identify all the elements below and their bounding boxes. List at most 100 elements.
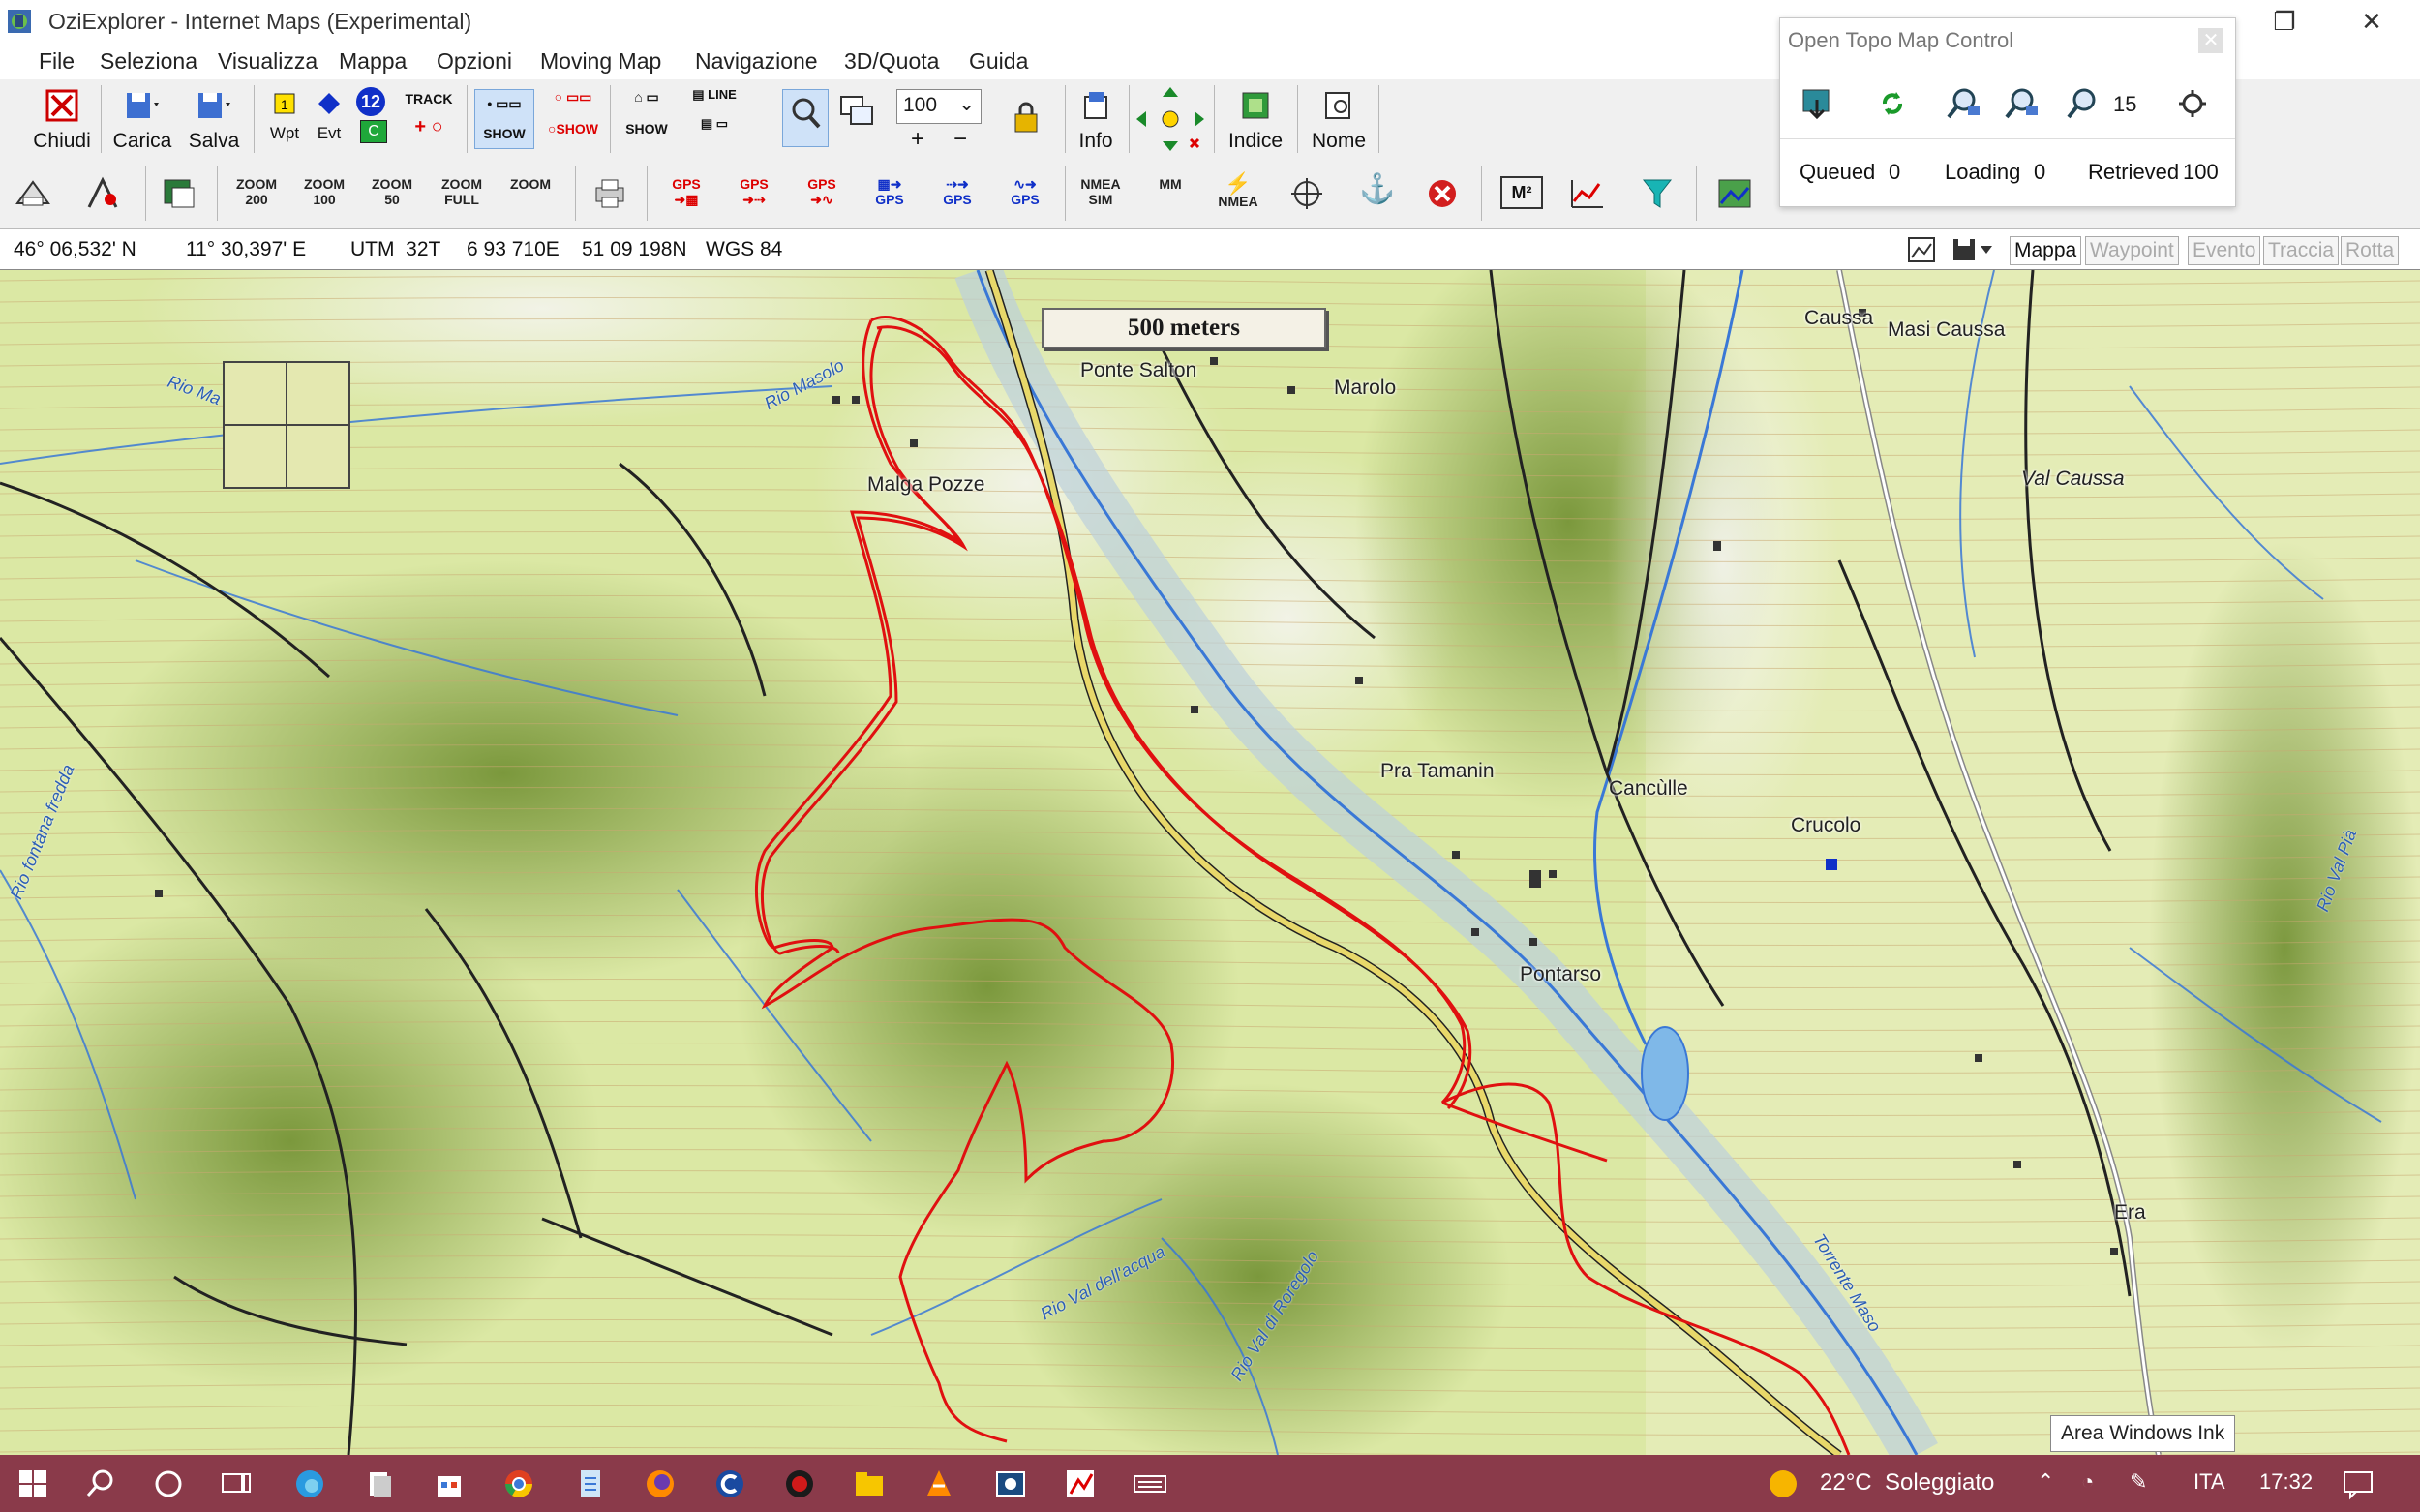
line-button[interactable]: ▤ LINE ▤ ▭ (685, 87, 743, 132)
area-measure-button[interactable]: M² (1500, 176, 1543, 209)
nmea-button[interactable]: ⚡ NMEA (1214, 173, 1262, 210)
clock[interactable]: 17:32 (2259, 1469, 2313, 1495)
place-label: Era (2114, 1201, 2146, 1224)
settings-map-icon[interactable] (2175, 86, 2212, 121)
gps-download-waypoints-button[interactable]: ▦➜ GPS (865, 176, 914, 207)
pan-navigator[interactable] (1134, 85, 1206, 159)
download-map-icon[interactable] (1800, 86, 1834, 121)
lock-button[interactable] (1009, 101, 1044, 139)
menu-3d-quota[interactable]: 3D/Quota (844, 48, 939, 75)
chrome-icon[interactable] (501, 1467, 536, 1501)
red-app-icon[interactable] (782, 1467, 817, 1501)
nmea-sim-button[interactable]: NMEA SIM (1076, 176, 1125, 207)
event-button[interactable]: Evt (308, 91, 350, 143)
zoom-full-button[interactable]: ZOOM FULL (438, 176, 486, 207)
loading-label: Loading (1945, 160, 2021, 184)
zoom-in-button[interactable]: + (906, 126, 929, 153)
tab-mappa[interactable]: Mappa (2010, 236, 2082, 265)
task-view-icon[interactable] (219, 1467, 254, 1501)
gps-download-tracks-button[interactable]: ∿➜ GPS (1001, 176, 1049, 207)
salva-button[interactable]: Salva (184, 89, 244, 153)
keyboard-icon[interactable] (1133, 1467, 1167, 1501)
tab-traccia[interactable]: Traccia (2263, 236, 2340, 265)
weather-text[interactable]: 22°C Soleggiato (1820, 1469, 1994, 1497)
menu-visualizza[interactable]: Visualizza (218, 48, 318, 75)
carica-button[interactable]: Carica (108, 89, 176, 153)
tab-waypoint[interactable]: Waypoint (2085, 236, 2179, 265)
zoom-out-map-icon[interactable] (2003, 86, 2042, 121)
edge-browser-icon[interactable] (292, 1467, 327, 1501)
gps-upload-waypoints-button[interactable]: GPS ➜▦ (662, 176, 711, 207)
menu-file[interactable]: File (39, 48, 75, 75)
map-view[interactable]: Ponte Salton Marolo Malga Pozze Caussa M… (0, 270, 2420, 1455)
refresh-icon[interactable] (1877, 88, 1908, 119)
alarm-icon[interactable] (1423, 174, 1462, 213)
map-screenshot-icon[interactable] (1907, 236, 1936, 263)
show-waypoints-button[interactable]: ○ ▭▭ ○SHOW (544, 89, 602, 136)
vlc-icon[interactable] (922, 1467, 956, 1501)
info-button[interactable]: Info (1073, 89, 1119, 153)
menu-navigazione[interactable]: Navigazione (695, 48, 818, 75)
chevron-up-icon[interactable]: ⌃ (2037, 1469, 2054, 1495)
zoom-out-button[interactable]: − (949, 126, 972, 153)
oziexplorer-taskbar-icon[interactable] (1063, 1467, 1098, 1501)
notifications-icon[interactable] (2341, 1467, 2375, 1501)
print-map-icon[interactable] (14, 174, 52, 213)
weather-sun-icon[interactable] (1766, 1467, 1800, 1501)
zoom-box-button[interactable]: ZOOM (506, 176, 555, 192)
windows-start-icon[interactable] (15, 1467, 50, 1501)
moving-map-window-icon[interactable] (161, 174, 199, 213)
numbered-waypoint-button[interactable]: 12 C (356, 87, 391, 143)
search-icon[interactable] (83, 1467, 118, 1501)
filter-icon[interactable] (1638, 174, 1677, 213)
ccleaner-icon[interactable] (712, 1467, 747, 1501)
firefox-icon[interactable] (643, 1467, 678, 1501)
restore-button[interactable]: ❐ (2255, 4, 2314, 39)
crosshair-icon[interactable] (1287, 174, 1326, 213)
zoom-select[interactable]: 100 ⌄ (896, 89, 982, 124)
track-button[interactable]: TRACK + ○ (401, 91, 457, 138)
windows-ink-icon[interactable]: ✎ (2130, 1469, 2147, 1495)
map-window-button[interactable] (838, 91, 877, 136)
zoom-50-button[interactable]: ZOOM 50 (368, 176, 416, 207)
menu-mappa[interactable]: Mappa (339, 48, 407, 75)
tab-evento[interactable]: Evento (2188, 236, 2261, 265)
cortana-icon[interactable] (151, 1467, 186, 1501)
store-icon[interactable] (432, 1467, 467, 1501)
zoom-100-button[interactable]: ZOOM 100 (300, 176, 348, 207)
print-icon[interactable] (590, 174, 629, 213)
photo-viewer-icon[interactable] (993, 1467, 1028, 1501)
menu-seleziona[interactable]: Seleziona (100, 48, 197, 75)
save-dropdown-icon[interactable] (1950, 236, 1998, 263)
gps-settings-icon[interactable] (83, 174, 122, 213)
zoom-200-button[interactable]: ZOOM 200 (232, 176, 281, 207)
anchor-button[interactable]: ⚓ (1359, 172, 1395, 206)
gps-upload-routes-button[interactable]: GPS ➜⇢ (730, 176, 778, 207)
show-map-objects-button[interactable]: ⌂ ▭ SHOW (618, 89, 676, 136)
gps-upload-tracks-button[interactable]: GPS ➜∿ (798, 176, 846, 207)
menu-guida[interactable]: Guida (969, 48, 1028, 75)
files-icon[interactable] (362, 1467, 397, 1501)
indice-button[interactable]: Indice (1222, 89, 1289, 153)
tab-rotta[interactable]: Rotta (2341, 236, 2400, 265)
close-window-button[interactable]: ✕ (2343, 4, 2401, 39)
overview-inset[interactable] (223, 361, 350, 489)
map-image-icon[interactable] (1715, 174, 1754, 213)
notepad-icon[interactable] (573, 1467, 608, 1501)
language-indicator[interactable]: ITA (2193, 1469, 2225, 1495)
file-explorer-icon[interactable] (852, 1467, 887, 1501)
wifi-icon[interactable]: ◔ (2081, 1469, 2094, 1495)
nome-button[interactable]: Nome (1305, 89, 1373, 153)
zoom-tool-button[interactable] (782, 89, 829, 147)
waypoint-button[interactable]: 1 Wpt (263, 91, 306, 143)
topo-close-button[interactable]: ✕ (2198, 28, 2223, 53)
zoom-in-map-icon[interactable] (1945, 86, 1983, 121)
show-track-button[interactable]: • ▭▭ SHOW (474, 89, 534, 149)
menu-opzioni[interactable]: Opzioni (437, 48, 512, 75)
magnifier-icon[interactable] (2065, 86, 2100, 121)
elevation-chart-icon[interactable] (1568, 174, 1607, 213)
menu-moving-map[interactable]: Moving Map (540, 48, 661, 75)
moving-map-button[interactable]: MM (1146, 176, 1195, 192)
chiudi-button[interactable]: Chiudi (33, 89, 91, 153)
gps-download-routes-button[interactable]: ⇢➜ GPS (933, 176, 982, 207)
